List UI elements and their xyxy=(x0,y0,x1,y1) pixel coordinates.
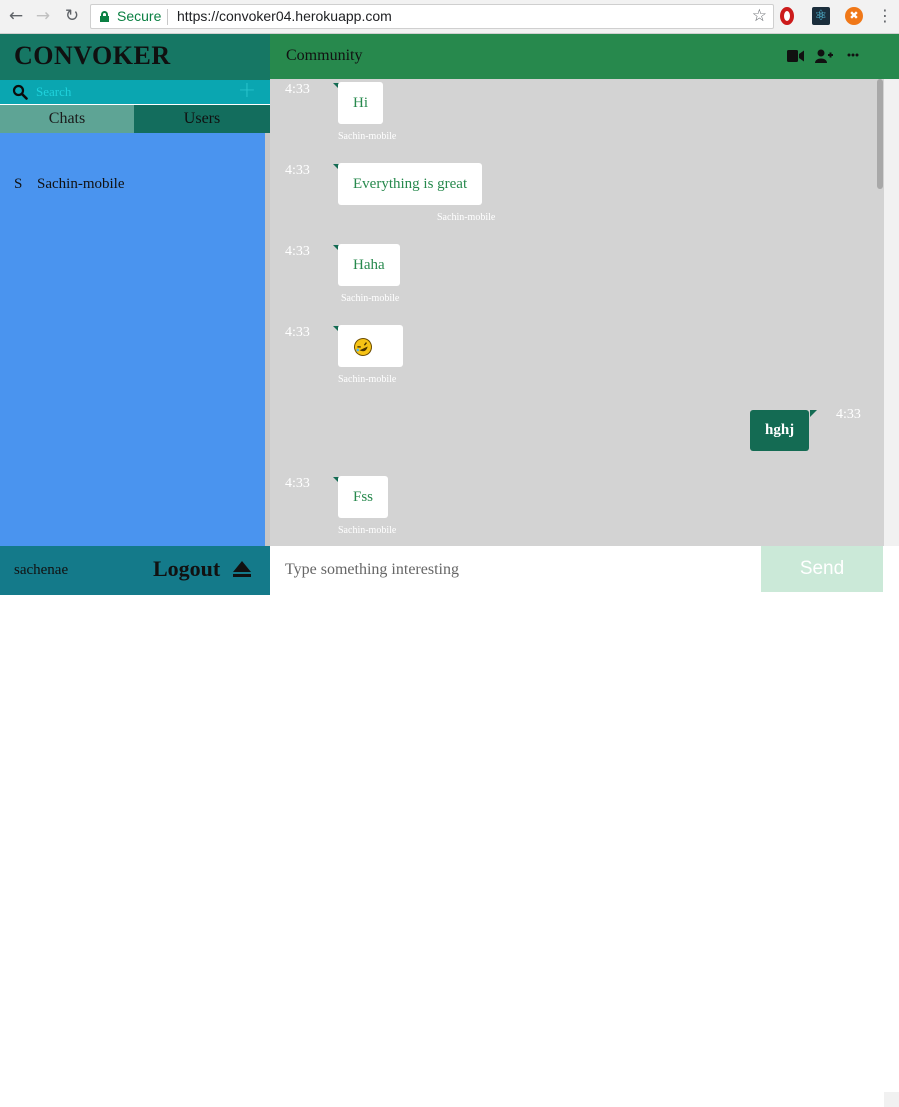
scrollbar-corner xyxy=(884,1092,899,1107)
logout-label: Logout xyxy=(153,556,221,581)
back-icon[interactable]: ← xyxy=(5,5,27,27)
address-divider xyxy=(167,9,168,25)
send-button[interactable]: Send xyxy=(761,546,883,592)
extension-x-icon[interactable]: ✖ xyxy=(845,7,863,25)
add-chat-button[interactable]: + xyxy=(237,80,257,104)
lock-icon xyxy=(100,11,109,22)
message-time: 4:33 xyxy=(285,244,310,259)
message-sender: Sachin-mobile xyxy=(338,131,397,142)
address-bar[interactable]: Secure https://convoker04.herokuapp.com … xyxy=(90,4,774,29)
tab-users[interactable]: Users xyxy=(134,105,270,133)
own-bubble-notch xyxy=(810,410,817,417)
message-time: 4:33 xyxy=(285,163,310,178)
reload-icon[interactable]: ↻ xyxy=(61,5,83,27)
search-icon xyxy=(12,84,28,100)
sidebar: CONVOKER + Chats Users S Sachin-mobile s… xyxy=(0,34,270,595)
message-bubble: Hi xyxy=(338,82,383,124)
browser-menu-icon[interactable]: ⋮ xyxy=(877,5,893,27)
bookmark-star-icon[interactable]: ☆ xyxy=(752,6,767,26)
browser-toolbar: ← → ↻ Secure https://convoker04.herokuap… xyxy=(0,0,899,34)
message-bubble: Fss xyxy=(338,476,389,518)
app-logo: CONVOKER xyxy=(14,41,171,70)
message-sender: Sachin-mobile xyxy=(338,525,397,536)
search-input[interactable] xyxy=(36,82,226,102)
message-time: 4:33 xyxy=(285,82,310,97)
tab-chats[interactable]: Chats xyxy=(0,105,134,133)
react-devtools-icon[interactable]: ⚛ xyxy=(812,7,830,25)
more-options-icon[interactable] xyxy=(847,53,859,57)
message-bubble: Everything is great xyxy=(338,163,483,205)
search-bar: + xyxy=(0,80,270,104)
message-composer: Send xyxy=(270,546,899,1107)
secure-label: Secure xyxy=(117,8,162,24)
chat-avatar-initial: S xyxy=(14,176,23,192)
message-scrollbar-track[interactable] xyxy=(884,79,899,546)
room-title: Community xyxy=(286,47,363,64)
message-bubble: Haha xyxy=(338,244,400,286)
message-input[interactable] xyxy=(285,558,745,582)
message-time: 4:33 xyxy=(285,325,310,340)
laughing-emoji-icon xyxy=(354,337,372,356)
message-time: 4:33 xyxy=(836,407,861,422)
url-text[interactable]: https://convoker04.herokuapp.com xyxy=(177,8,392,24)
add-user-icon[interactable] xyxy=(815,49,833,63)
eject-icon xyxy=(232,560,251,577)
video-call-icon[interactable] xyxy=(787,49,805,63)
user-bar: sachenae Logout xyxy=(0,546,270,595)
message-sender: Sachin-mobile xyxy=(341,293,400,304)
chat-name: Sachin-mobile xyxy=(37,176,125,192)
conversation-header: Community xyxy=(270,34,899,79)
chat-list: S Sachin-mobile xyxy=(0,133,265,546)
sidebar-tabs: Chats Users xyxy=(0,105,270,133)
message-bubble xyxy=(338,325,403,367)
own-message-bubble: hghj xyxy=(750,410,810,451)
chat-list-item[interactable]: S Sachin-mobile xyxy=(0,175,265,197)
brand-bar: CONVOKER xyxy=(0,34,270,80)
message-sender: Sachin-mobile xyxy=(338,374,397,385)
username: sachenae xyxy=(14,562,69,578)
message-sender: Sachin-mobile xyxy=(437,212,496,223)
forward-icon[interactable]: → xyxy=(32,5,54,27)
message-time: 4:33 xyxy=(285,476,310,491)
message-list[interactable]: 4:33 Hi Sachin-mobile 4:33 Everything is… xyxy=(270,79,884,546)
opera-extension-icon[interactable] xyxy=(780,7,794,25)
message-scrollbar-thumb[interactable] xyxy=(877,79,883,189)
logout-button[interactable]: Logout xyxy=(153,556,252,584)
conversation-panel: Community 4:33 Hi Sachin-mobile 4:33 Eve… xyxy=(270,34,899,1107)
